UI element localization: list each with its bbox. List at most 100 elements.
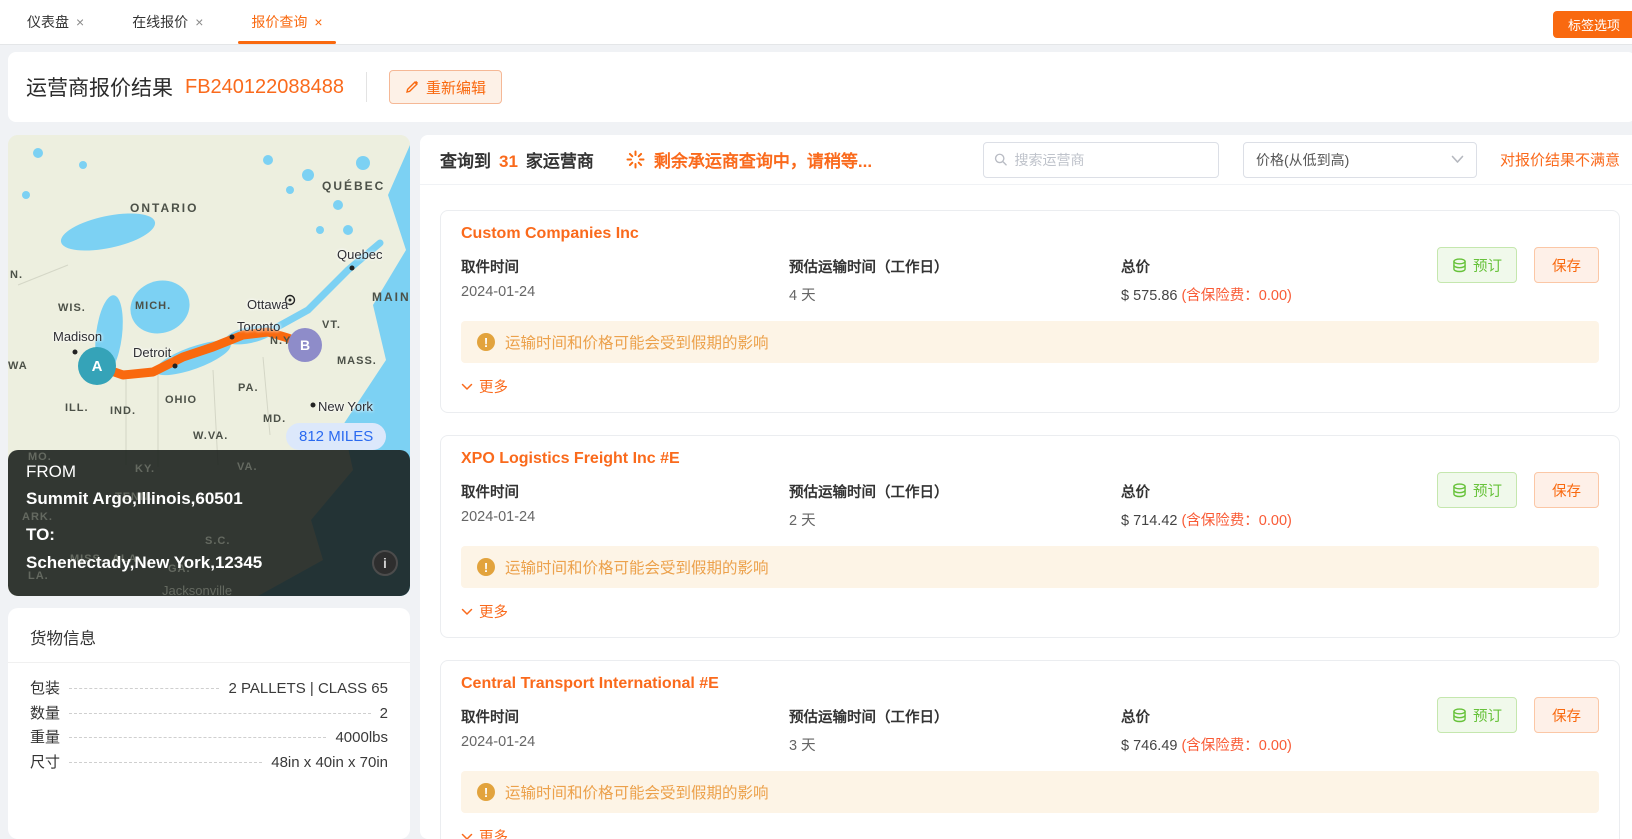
tag-options-button[interactable]: 标签选项	[1553, 11, 1632, 38]
warning-text: 运输时间和价格可能会受到假期的影响	[505, 781, 769, 803]
map-overlay: FROM Summit Argo,Illinois,60501 TO: Sche…	[8, 450, 410, 596]
book-label: 预订	[1473, 255, 1502, 276]
dissatisfied-link[interactable]: 对报价结果不满意	[1500, 149, 1620, 170]
tab-online-quote[interactable]: 在线报价 ×	[119, 0, 216, 44]
loading-notice: 剩余承运商查询中，请稍等...	[654, 147, 872, 172]
tab-dashboard[interactable]: 仪表盘 ×	[14, 0, 97, 44]
pickup-label: 取件时间	[461, 256, 789, 277]
map-label: KY.	[135, 463, 155, 475]
chevron-down-icon	[461, 833, 473, 839]
map-label: TENN.	[115, 491, 153, 503]
pencil-icon	[405, 80, 419, 94]
pickup-date: 2024-01-24	[461, 509, 789, 525]
more-link[interactable]: 更多	[461, 376, 508, 397]
save-button[interactable]: 保存	[1534, 697, 1599, 733]
tab-label: 报价查询	[251, 12, 307, 32]
coins-icon	[1452, 258, 1467, 273]
alert-icon: !	[477, 783, 495, 801]
carrier-search[interactable]	[983, 142, 1219, 178]
dash-filler	[69, 737, 326, 738]
save-label: 保存	[1552, 255, 1581, 276]
more-label: 更多	[479, 376, 508, 397]
close-icon[interactable]: ×	[314, 14, 322, 30]
map-label: Madison	[53, 329, 102, 344]
transit-label: 预估运输时间（工作日）	[789, 481, 1121, 502]
save-label: 保存	[1552, 705, 1581, 726]
map-label: OHIO	[165, 394, 197, 406]
map-label: LA.	[28, 570, 49, 582]
book-button[interactable]: 预订	[1437, 247, 1517, 283]
page-title: 运营商报价结果	[26, 72, 173, 102]
route-map[interactable]: ONTARIOQUÉBECQuebecOttawaTorontoMAINEVT.…	[8, 135, 410, 596]
carrier-list: Custom Companies Inc 取件时间 2024-01-24 预估运…	[420, 185, 1632, 839]
loading-spinner-icon	[626, 150, 645, 169]
search-input[interactable]	[1015, 152, 1208, 168]
save-button[interactable]: 保存	[1534, 472, 1599, 508]
transit-days: 4 天	[789, 284, 1121, 305]
carrier-count: 查询到31家运营商	[440, 147, 594, 172]
count-number: 31	[499, 152, 518, 171]
carrier-card: XPO Logistics Freight Inc #E 取件时间 2024-0…	[440, 435, 1620, 638]
close-icon[interactable]: ×	[195, 14, 203, 30]
chevron-down-icon	[1451, 155, 1464, 164]
to-label: TO:	[26, 525, 55, 545]
cargo-label: 数量	[30, 702, 60, 723]
cargo-rows: 包装 2 PALLETS | CLASS 65 数量 2 重量 4000lbs …	[8, 662, 410, 775]
map-label: WA	[8, 360, 28, 372]
sort-select[interactable]: 价格(从低到高)	[1243, 142, 1477, 178]
cargo-value: 2 PALLETS | CLASS 65	[228, 680, 388, 697]
total-price: $ 746.49	[1121, 738, 1177, 754]
carrier-details: 取件时间 2024-01-24 预估运输时间（工作日） 2 天 总价 $ 714…	[461, 481, 1599, 530]
tab-label: 在线报价	[132, 12, 188, 32]
tab-bar: 仪表盘 × 在线报价 × 报价查询 × 标签选项	[0, 0, 1632, 45]
cargo-row-dimensions: 尺寸 48in x 40in x 70in	[30, 751, 388, 776]
more-link[interactable]: 更多	[461, 826, 508, 839]
map-label: MICH.	[135, 300, 171, 312]
map-label: W.VA.	[193, 430, 228, 442]
save-button[interactable]: 保存	[1534, 247, 1599, 283]
to-address: Schenectady,New York,12345	[26, 553, 262, 573]
cargo-value: 4000lbs	[335, 729, 388, 746]
transit-label: 预估运输时间（工作日）	[789, 256, 1121, 277]
warning-text: 运输时间和价格可能会受到假期的影响	[505, 556, 769, 578]
map-label: IND.	[110, 405, 136, 417]
chevron-down-icon	[461, 608, 473, 616]
insurance-note: (含保险费：0.00)	[1181, 513, 1291, 529]
alert-icon: !	[477, 333, 495, 351]
tab-label: 仪表盘	[27, 12, 69, 32]
map-label: ILL.	[65, 402, 89, 414]
map-label: ARK.	[22, 511, 53, 523]
carrier-name: Central Transport International #E	[461, 675, 1599, 693]
alert-icon: !	[477, 558, 495, 576]
coins-icon	[1452, 483, 1467, 498]
divider	[366, 72, 367, 102]
book-label: 预订	[1473, 705, 1502, 726]
book-button[interactable]: 预订	[1437, 697, 1517, 733]
cargo-row-packaging: 包装 2 PALLETS | CLASS 65	[30, 677, 388, 702]
map-label: MASS.	[337, 355, 377, 367]
map-label: Quebec	[337, 247, 383, 262]
map-label: VT.	[322, 319, 341, 331]
book-button[interactable]: 预订	[1437, 472, 1517, 508]
chevron-down-icon	[461, 383, 473, 391]
results-header: 查询到31家运营商 剩余承运商查询中，请稍等... 价格(从低到高) 对报价结	[420, 135, 1632, 185]
carrier-card: Central Transport International #E 取件时间 …	[440, 660, 1620, 839]
pickup-label: 取件时间	[461, 706, 789, 727]
more-link[interactable]: 更多	[461, 601, 508, 622]
pickup-label: 取件时间	[461, 481, 789, 502]
dash-filler	[69, 713, 371, 714]
count-suffix: 家运营商	[526, 152, 594, 171]
map-label: New York	[318, 399, 373, 414]
close-icon[interactable]: ×	[76, 14, 84, 30]
info-icon[interactable]: i	[372, 550, 398, 576]
carrier-details: 取件时间 2024-01-24 预估运输时间（工作日） 3 天 总价 $ 746…	[461, 706, 1599, 755]
tab-quote-query[interactable]: 报价查询 ×	[238, 0, 335, 44]
map-label: MISS.	[70, 553, 105, 565]
reedit-button[interactable]: 重新编辑	[389, 70, 502, 104]
transit-label: 预估运输时间（工作日）	[789, 706, 1121, 727]
book-label: 预订	[1473, 480, 1502, 501]
cargo-value: 2	[380, 705, 388, 722]
more-label: 更多	[479, 826, 508, 839]
map-label: MD.	[263, 413, 286, 425]
pickup-date: 2024-01-24	[461, 734, 789, 750]
